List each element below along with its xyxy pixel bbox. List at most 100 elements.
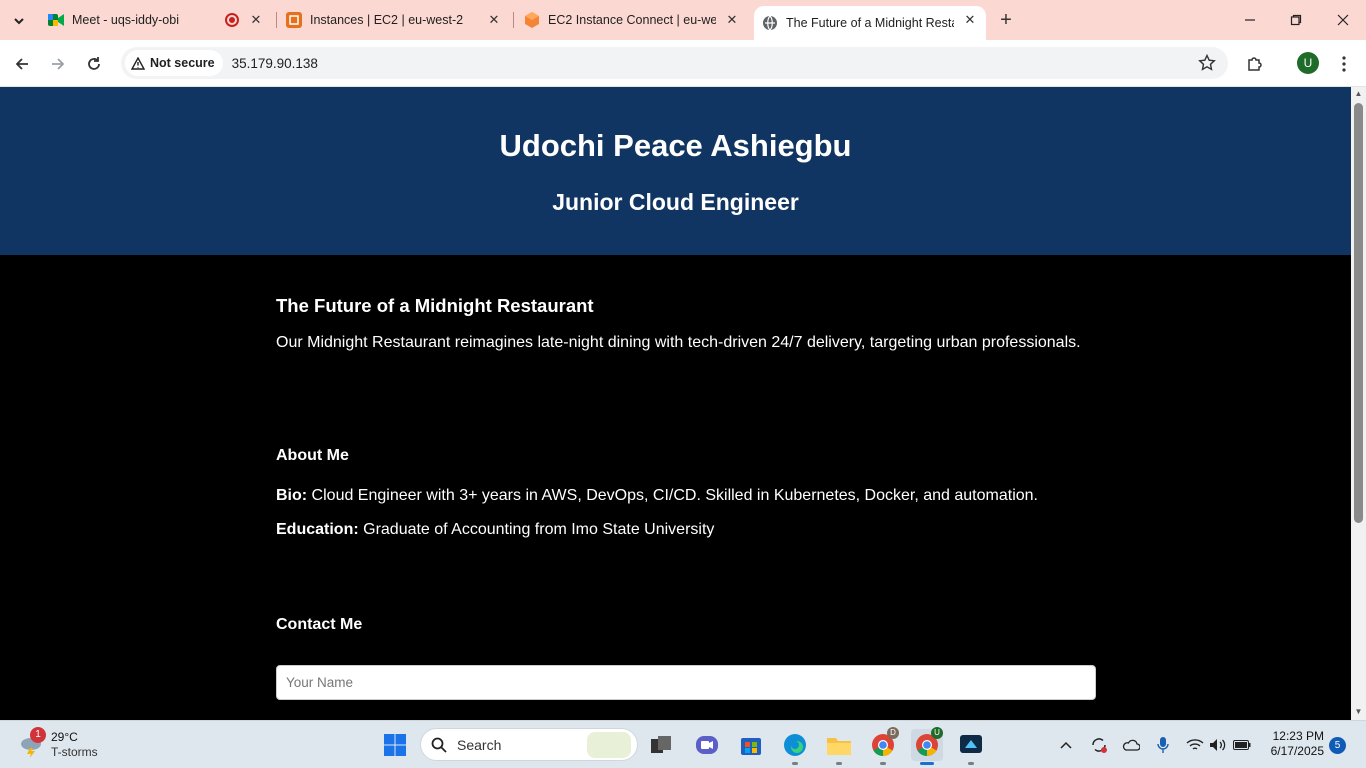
chevron-up-icon: [1060, 741, 1072, 749]
taskbar-search[interactable]: Search: [420, 728, 638, 761]
security-chip[interactable]: Not secure: [125, 50, 223, 76]
tab-strip: Meet - uqs-iddy-obi ✕ Instances | EC2 | …: [0, 0, 1366, 40]
close-window-button[interactable]: [1331, 8, 1355, 32]
battery-tray-button[interactable]: [1232, 735, 1252, 755]
running-indicator: [920, 762, 934, 765]
chat-app-button[interactable]: [691, 729, 723, 761]
tab-midnight-restaurant[interactable]: The Future of a Midnight Restau ✕: [754, 6, 986, 40]
minimize-button[interactable]: [1238, 8, 1262, 32]
store-button[interactable]: [735, 729, 767, 761]
tab-ec2-connect[interactable]: EC2 Instance Connect | eu-west ✕: [516, 0, 752, 40]
recording-icon: [225, 13, 239, 27]
running-indicator: [836, 762, 842, 765]
weather-temperature: 29°C: [51, 730, 78, 744]
weather-badge: 1: [30, 727, 46, 743]
about-title: About Me: [276, 447, 349, 464]
close-icon: [1337, 14, 1349, 26]
project-section: The Future of a Midnight Restaurant: [276, 295, 1096, 317]
kebab-menu-icon: [1342, 56, 1346, 72]
tab-ec2-instances[interactable]: Instances | EC2 | eu-west-2 ✕: [278, 0, 510, 40]
tab-search-button[interactable]: [6, 8, 32, 34]
speaker-icon: [1210, 739, 1226, 751]
sync-tray-button[interactable]: [1089, 735, 1109, 755]
security-label: Not secure: [150, 56, 215, 70]
tab-title: The Future of a Midnight Restau: [786, 16, 954, 30]
close-tab-icon[interactable]: ✕: [248, 12, 264, 28]
aws-ec2-icon: [524, 12, 540, 28]
name-input[interactable]: [276, 665, 1096, 700]
education-label: Education:: [276, 521, 359, 538]
onedrive-tray-button[interactable]: [1121, 735, 1141, 755]
profile-avatar[interactable]: U: [1297, 52, 1319, 74]
aws-console-icon: [286, 12, 302, 28]
tab-title: EC2 Instance Connect | eu-west: [548, 13, 716, 27]
running-indicator: [880, 762, 886, 765]
windows-logo-icon: [384, 734, 406, 756]
search-highlight-image: [587, 732, 631, 758]
wifi-icon: [1186, 739, 1204, 750]
bio-line: Bio: Cloud Engineer with 3+ years in AWS…: [276, 487, 1096, 505]
web-page: Udochi Peace Ashiegbu Junior Cloud Engin…: [0, 87, 1351, 720]
scroll-thumb[interactable]: [1354, 103, 1363, 523]
wifi-tray-button[interactable]: [1185, 735, 1205, 755]
page-scrollbar[interactable]: ▲ ▼: [1351, 87, 1366, 720]
about-section: About Me: [276, 447, 1096, 465]
arrow-left-icon: [15, 58, 28, 70]
tray-overflow-button[interactable]: [1056, 735, 1076, 755]
address-bar[interactable]: Not secure 35.179.90.138: [121, 47, 1228, 79]
tab-separator: [513, 12, 514, 28]
task-view-button[interactable]: [645, 729, 677, 761]
forward-button[interactable]: [46, 52, 70, 76]
contact-title: Contact Me: [276, 616, 363, 633]
microphone-icon: [1157, 737, 1169, 753]
bookmark-star-icon[interactable]: [1198, 54, 1216, 72]
url-text[interactable]: 35.179.90.138: [232, 56, 318, 71]
file-explorer-button[interactable]: [823, 729, 855, 765]
scroll-up-icon[interactable]: ▲: [1354, 90, 1363, 98]
task-view-icon: [651, 736, 671, 753]
browser-menu-button[interactable]: [1332, 52, 1356, 76]
running-indicator: [792, 762, 798, 765]
chrome-profile-u-button[interactable]: U: [911, 727, 943, 765]
new-tab-button[interactable]: +: [996, 10, 1016, 30]
back-button[interactable]: [10, 52, 34, 76]
project-description: Our Midnight Restaurant reimagines late-…: [276, 334, 1081, 351]
project-description-wrap: Our Midnight Restaurant reimagines late-…: [276, 334, 1096, 352]
tab-title: Instances | EC2 | eu-west-2: [310, 13, 464, 27]
education-line: Education: Graduate of Accounting from I…: [276, 521, 1096, 539]
video-chat-icon: [696, 736, 718, 754]
close-tab-icon[interactable]: ✕: [962, 12, 978, 28]
notification-badge[interactable]: 5: [1329, 737, 1346, 754]
page-header: Udochi Peace Ashiegbu Junior Cloud Engin…: [0, 87, 1351, 255]
taskbar: 1 29°C T-storms Search D U 12:23 PM 6/17…: [0, 720, 1366, 768]
bio-text: Cloud Engineer with 3+ years in AWS, Dev…: [307, 487, 1038, 504]
tab-meet[interactable]: Meet - uqs-iddy-obi ✕: [40, 0, 272, 40]
volume-tray-button[interactable]: [1208, 735, 1228, 755]
restore-button[interactable]: [1284, 8, 1308, 32]
extensions-button[interactable]: [1243, 52, 1267, 76]
start-button[interactable]: [379, 729, 411, 761]
chrome-profile-d-button[interactable]: D: [867, 727, 899, 765]
bio-label: Bio:: [276, 487, 308, 504]
person-role: Junior Cloud Engineer: [552, 189, 799, 215]
weather-condition: T-storms: [51, 745, 98, 759]
folder-icon: [827, 738, 851, 755]
chevron-down-icon: [14, 18, 24, 25]
warning-icon: [131, 56, 145, 70]
remote-desktop-icon: [960, 735, 982, 753]
scroll-down-icon[interactable]: ▼: [1354, 708, 1363, 716]
weather-widget[interactable]: 1 29°C T-storms: [16, 727, 126, 763]
clock-date: 6/17/2025: [1270, 744, 1324, 758]
edge-button[interactable]: [779, 729, 811, 765]
sync-icon: [1092, 738, 1107, 753]
remote-app-button[interactable]: [955, 729, 987, 765]
microphone-tray-button[interactable]: [1153, 735, 1173, 755]
edge-icon: [784, 734, 806, 756]
running-indicator: [968, 762, 974, 765]
arrow-right-icon: [52, 58, 65, 70]
reload-button[interactable]: [82, 52, 106, 76]
system-clock[interactable]: 12:23 PM 6/17/2025: [1262, 729, 1324, 759]
close-tab-icon[interactable]: ✕: [724, 12, 740, 28]
project-title: The Future of a Midnight Restaurant: [276, 295, 594, 316]
close-tab-icon[interactable]: ✕: [486, 12, 502, 28]
